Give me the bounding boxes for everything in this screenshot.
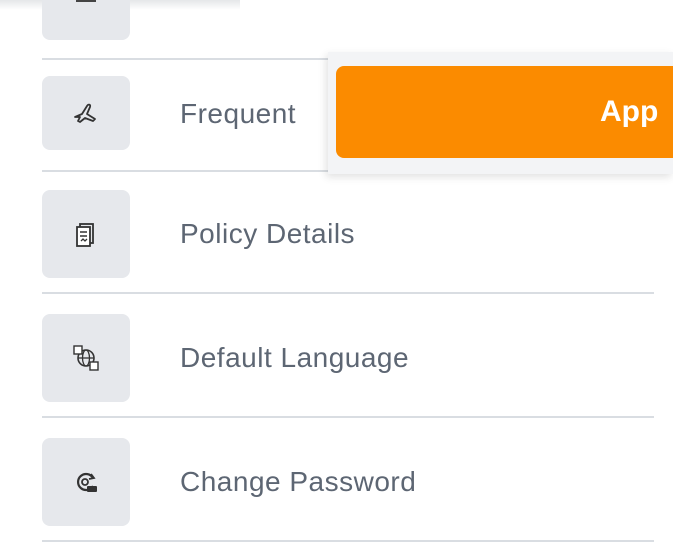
- document-icon: [76, 0, 96, 2]
- language-globe-icon: [73, 345, 99, 371]
- icon-tile: [42, 438, 130, 526]
- menu-item-label: Frequent: [180, 98, 297, 129]
- icon-tile: [42, 0, 130, 40]
- apply-button[interactable]: App: [336, 66, 673, 158]
- password-reset-icon: [76, 472, 97, 492]
- menu-item-label: Policy Details: [180, 218, 356, 249]
- menu-item-policy-details[interactable]: Policy Details: [42, 170, 654, 294]
- menu-item-default-language[interactable]: Default Language: [42, 294, 654, 418]
- icon-tile: [42, 314, 130, 402]
- menu-item-label: Change Password: [180, 466, 417, 497]
- policy-document-icon: [76, 223, 94, 247]
- menu-item-change-password[interactable]: Change Password: [42, 418, 654, 542]
- airplane-icon: [74, 103, 96, 123]
- menu-item-label: Default Language: [180, 342, 410, 373]
- icon-tile: [42, 76, 130, 150]
- icon-tile: [42, 190, 130, 278]
- apply-panel: App: [328, 52, 673, 174]
- settings-menu: erenc Frequent Policy Details: [0, 0, 673, 547]
